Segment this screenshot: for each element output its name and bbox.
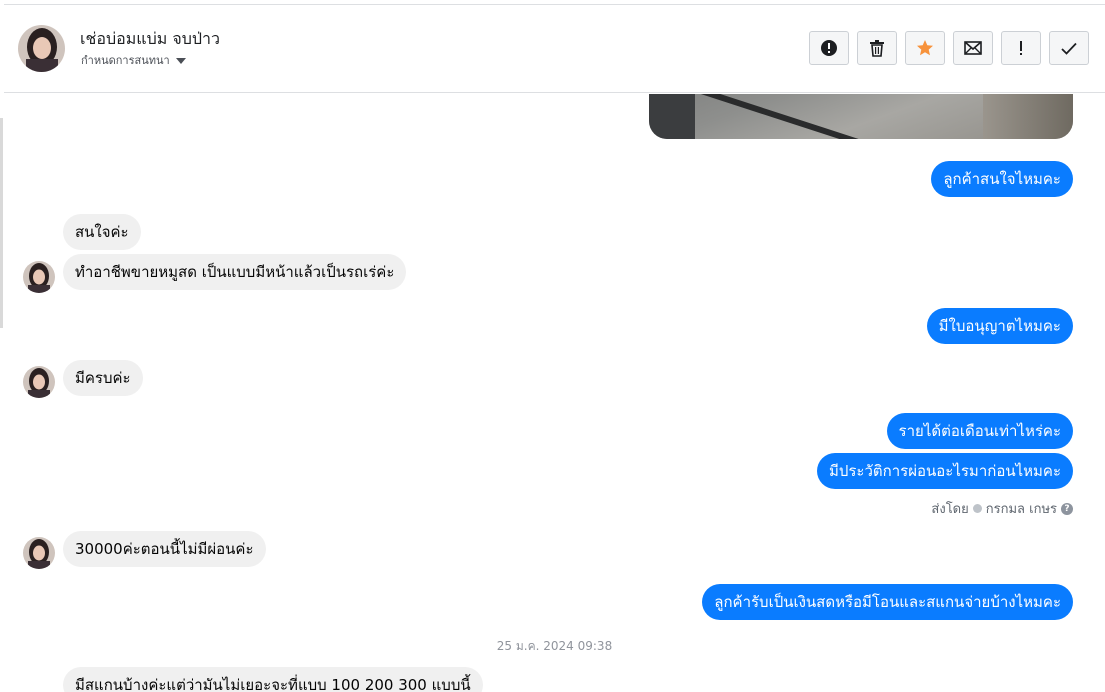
envelope-icon <box>964 41 982 55</box>
message-bubble-incoming[interactable]: สนใจค่ะ <box>63 214 141 250</box>
star-button[interactable] <box>905 31 945 65</box>
contact-avatar-small <box>23 537 55 569</box>
caret-down-icon <box>175 57 186 64</box>
photo-attachment[interactable] <box>649 94 1073 139</box>
mark-done-button[interactable] <box>1049 31 1089 65</box>
exclamation-icon <box>1020 41 1022 55</box>
message-bubble-outgoing[interactable]: มีประวัติการผ่อนอะไรมาก่อนไหมคะ <box>816 453 1073 489</box>
contact-avatar[interactable] <box>18 25 65 72</box>
trash-icon <box>870 40 884 57</box>
message-bubble-outgoing[interactable]: ลูกค้าสนใจไหมคะ <box>931 161 1073 197</box>
contact-name[interactable]: เช่อบ่อมแบ่ม จบป่าว <box>80 27 220 52</box>
help-icon[interactable]: ? <box>1061 502 1073 515</box>
message-bubble-incoming[interactable]: 30000ค่ะตอนนี้ไม่มีผ่อนค่ะ <box>63 531 266 567</box>
conversation-settings[interactable]: กำหนดการสนทนา <box>81 51 186 69</box>
header-actions <box>809 31 1089 65</box>
message-bubble-outgoing[interactable]: ลูกค้ารับเป็นเงินสดหรือมีโอนและสแกนจ่ายบ… <box>702 584 1073 620</box>
message-bubble-outgoing[interactable]: มีใบอนุญาตไหมคะ <box>926 308 1073 344</box>
sent-by-info: ส่งโดย กรกมล เกษร ? <box>931 498 1073 519</box>
conversation-settings-label: กำหนดการสนทนา <box>81 54 170 67</box>
scrollbar[interactable] <box>0 118 3 328</box>
message-bubble-incoming[interactable]: มีสแกนบ้างค่ะแต่ว่ามันไม่เยอะจะที่แบบ 10… <box>63 667 483 692</box>
checkmark-icon <box>1061 42 1077 55</box>
agent-status-icon <box>972 504 982 513</box>
message-thread: ลูกค้าสนใจไหมคะ สนใจค่ะ ทำอาชีพขายหมูสด … <box>4 94 1105 692</box>
message-bubble-outgoing[interactable]: รายได้ต่อเดือนเท่าไหร่คะ <box>886 413 1073 449</box>
message-bubble-incoming[interactable]: มีครบค่ะ <box>63 360 143 396</box>
conversation-header: เช่อบ่อมแบ่ม จบป่าว กำหนดการสนทนา <box>4 5 1105 93</box>
contact-avatar-small <box>23 261 55 293</box>
sent-by-prefix: ส่งโดย <box>931 502 969 517</box>
mark-unread-button[interactable] <box>953 31 993 65</box>
message-bubble-incoming[interactable]: ทำอาชีพขายหมูสด เป็นแบบมีหน้าแล้วเป็นรถเ… <box>63 254 407 290</box>
report-button[interactable] <box>809 31 849 65</box>
contact-avatar-small <box>23 366 55 398</box>
delete-button[interactable] <box>857 31 897 65</box>
message-timestamp: 25 ม.ค. 2024 09:38 <box>496 639 613 653</box>
sent-by-name[interactable]: กรกมล เกษร <box>986 498 1057 519</box>
star-icon <box>917 40 933 56</box>
alert-circle-icon <box>821 40 837 56</box>
mark-spam-button[interactable] <box>1001 31 1041 65</box>
